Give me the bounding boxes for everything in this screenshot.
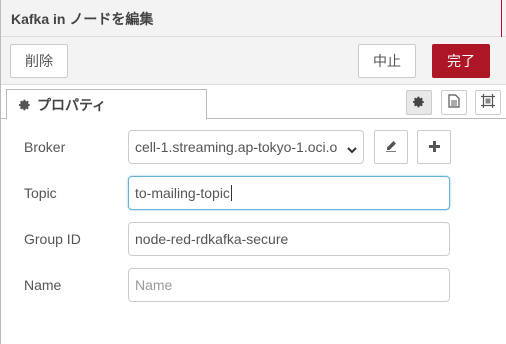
tab-properties-label: プロパティ — [37, 96, 107, 113]
broker-select[interactable]: cell-1.streaming.ap-tokyo-1.oci.o — [128, 130, 364, 164]
name-label: Name — [24, 277, 62, 293]
text-cursor — [230, 185, 232, 201]
document-icon — [448, 94, 460, 111]
group-id-input[interactable]: node-red-rdkafka-secure — [128, 222, 450, 256]
topic-row: Topic to-mailing-topic — [24, 176, 484, 210]
title-bar: Kafka in ノードを編集 — [1, 0, 506, 37]
topic-input[interactable]: to-mailing-topic — [128, 176, 450, 210]
description-tab-button[interactable] — [441, 90, 467, 115]
pencil-icon — [385, 139, 397, 155]
plus-icon — [428, 139, 440, 155]
group-id-value: node-red-rdkafka-secure — [135, 231, 289, 247]
tab-properties[interactable]: プロパティ — [6, 89, 207, 120]
edit-broker-button[interactable] — [374, 130, 408, 164]
topic-label: Topic — [24, 185, 57, 201]
topic-value: to-mailing-topic — [135, 185, 230, 201]
gear-icon — [19, 99, 31, 111]
frame-icon — [481, 94, 495, 111]
name-row: Name Name — [24, 268, 484, 302]
broker-row: Broker cell-1.streaming.ap-tokyo-1.oci.o — [24, 130, 484, 164]
gear-icon — [413, 95, 425, 111]
name-placeholder: Name — [135, 277, 173, 293]
chevron-down-icon — [347, 142, 357, 158]
edit-tray: Kafka in ノードを編集 削除 中止 完了 プロパティ Broker ce… — [0, 0, 506, 344]
accent-line — [501, 0, 502, 37]
done-button[interactable]: 完了 — [432, 44, 490, 78]
add-broker-button[interactable] — [417, 130, 451, 164]
group-id-row: Group ID node-red-rdkafka-secure — [24, 222, 484, 256]
settings-tab-button[interactable] — [406, 90, 432, 115]
tab-bar: プロパティ — [1, 85, 506, 120]
delete-button[interactable]: 削除 — [10, 44, 68, 78]
broker-value: cell-1.streaming.ap-tokyo-1.oci.o — [135, 139, 338, 155]
cancel-button[interactable]: 中止 — [358, 44, 416, 78]
group-id-label: Group ID — [24, 231, 81, 247]
toolbar: 削除 中止 完了 — [1, 37, 506, 85]
name-input[interactable]: Name — [128, 268, 450, 302]
dialog-title: Kafka in ノードを編集 — [11, 11, 154, 27]
appearance-tab-button[interactable] — [475, 90, 501, 115]
broker-label: Broker — [24, 139, 66, 155]
